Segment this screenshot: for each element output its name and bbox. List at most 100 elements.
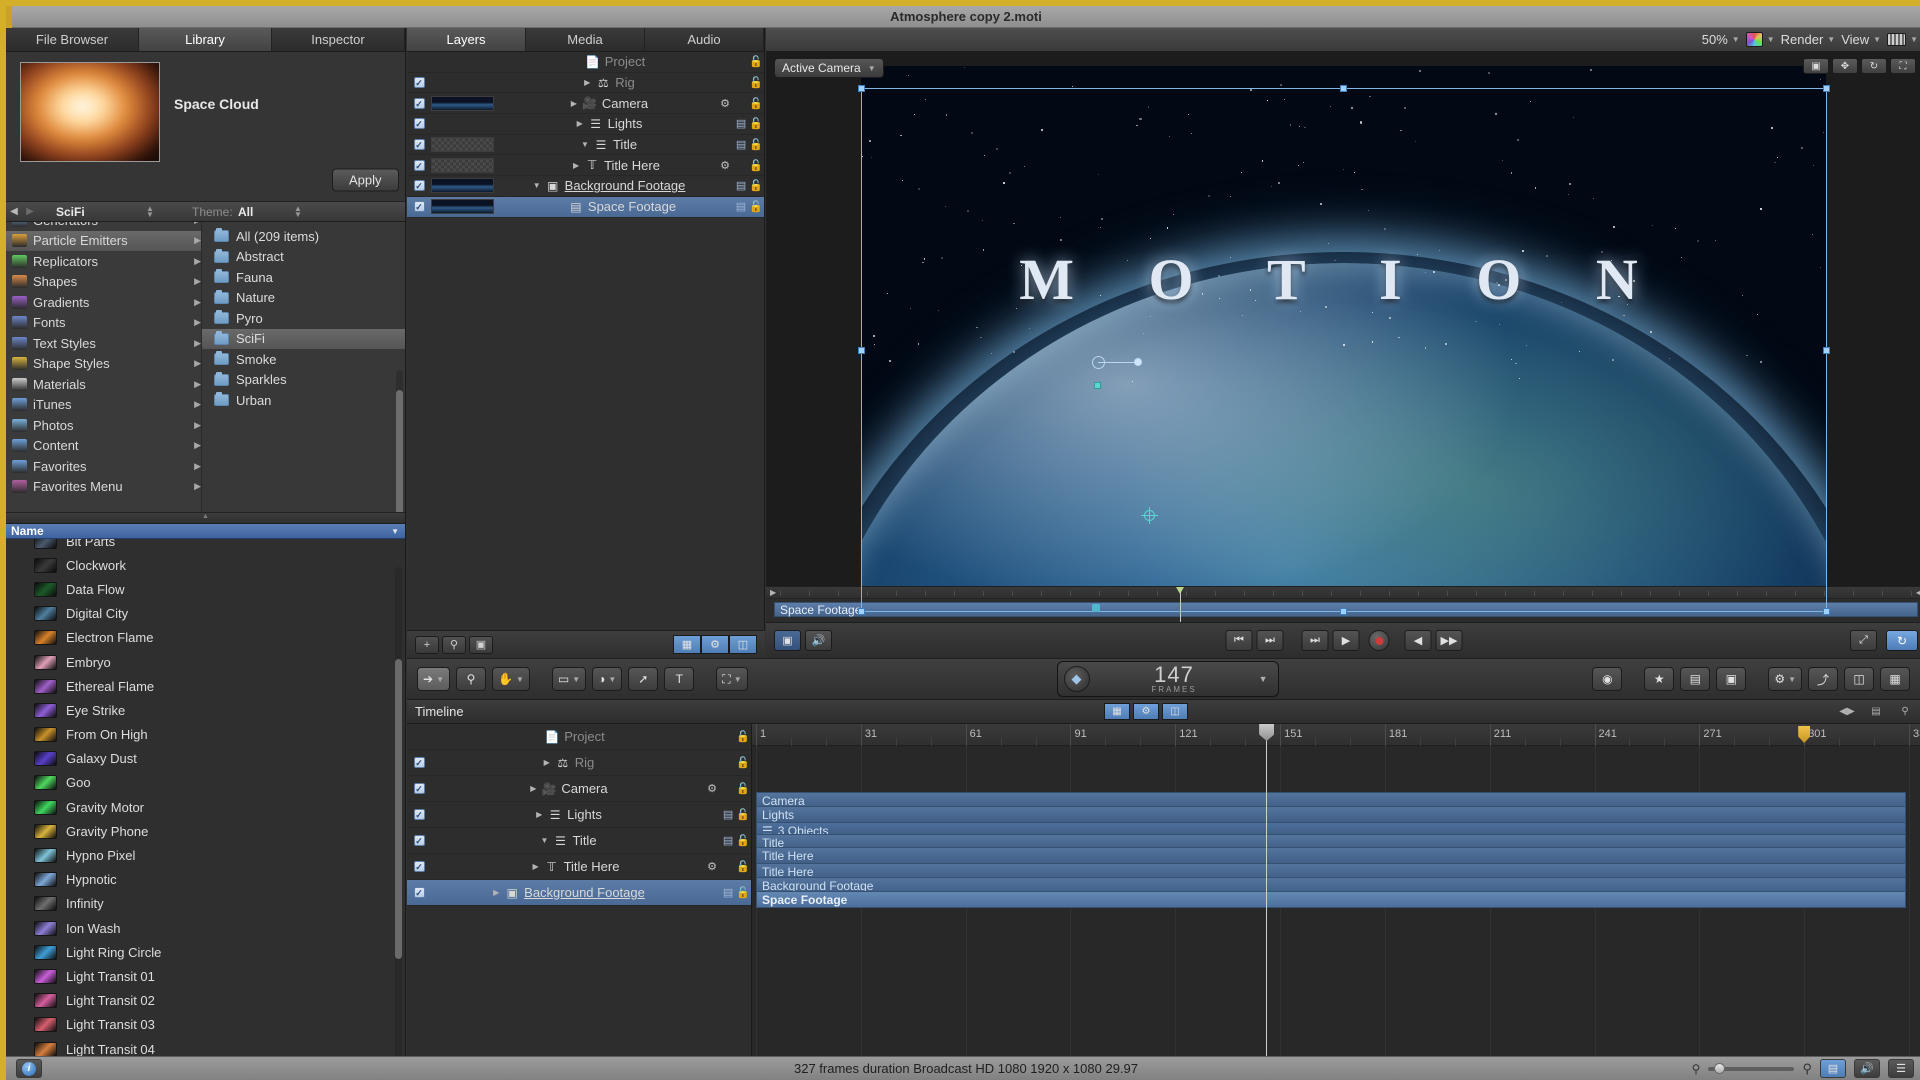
add-behavior-button[interactable]: ★ <box>1644 667 1675 691</box>
layer-visibility-checkbox[interactable]: ✓ <box>407 201 431 213</box>
library-category-particle-emitters[interactable]: Particle Emitters ▶ <box>6 230 201 251</box>
chevron-right-icon[interactable]: ▶ <box>194 297 201 308</box>
settings-button[interactable]: ⚙ ▼ <box>1768 667 1802 691</box>
chevron-right-icon[interactable]: ▶ <box>194 379 201 390</box>
chevron-right-icon[interactable]: ▶ <box>194 256 201 267</box>
layer-lock-icon[interactable]: 🔓 <box>748 76 764 89</box>
record-keyframes-button[interactable] <box>1368 630 1390 651</box>
disclosure-triangle-icon[interactable]: ▼ <box>530 181 544 190</box>
library-category-content[interactable]: Content ▶ <box>6 436 201 457</box>
library-file-item[interactable]: Clockwork <box>6 553 405 577</box>
library-theme-pyro[interactable]: Pyro <box>202 308 405 329</box>
next-keyframe-button[interactable]: ▶▶ <box>1435 630 1463 651</box>
library-theme-scifi[interactable]: SciFi <box>202 328 405 349</box>
selection-handle-r[interactable] <box>1823 347 1830 354</box>
chevron-right-icon[interactable]: ▶ <box>194 481 201 492</box>
camera-overlay-icon[interactable]: ▣ <box>1803 58 1829 74</box>
layer-row[interactable]: ✓ ▶ 🎥 Camera ⚙ 🔓 <box>407 93 764 115</box>
timeline-track-area[interactable]: 1316191121151181211241271301331 CameraLi… <box>752 724 1920 1056</box>
layer-blend-icon[interactable]: ▤ <box>721 886 735 899</box>
color-channels-control[interactable]: ▼ <box>1745 32 1775 47</box>
timeline-ruler[interactable]: 1 31 61 91 121 151 181 211 241 271 301 331 <box>752 724 1920 746</box>
selection-handle-tr[interactable] <box>1823 85 1830 92</box>
disclosure-triangle-icon[interactable]: ▶ <box>532 810 546 819</box>
chevron-right-icon[interactable]: ▶ <box>194 461 201 472</box>
go-to-start-button[interactable]: ⏮ <box>1225 630 1253 651</box>
checker-toggle-icon[interactable]: ▦ <box>1104 703 1130 720</box>
disclosure-triangle-icon[interactable]: ▶ <box>573 119 587 128</box>
layer-visibility-checkbox[interactable]: ✓ <box>407 97 431 109</box>
library-category-replicators[interactable]: Replicators ▶ <box>6 251 201 272</box>
layer-blend-icon[interactable]: ▤ <box>734 138 748 151</box>
library-file-item[interactable]: Light Transit 03 <box>6 1013 405 1037</box>
disclosure-triangle-icon[interactable]: ▶ <box>529 862 543 871</box>
zoom-control[interactable]: 50% ▼ <box>1702 32 1740 47</box>
library-file-item[interactable]: Infinity <box>6 892 405 916</box>
library-theme-nature[interactable]: Nature <box>202 288 405 309</box>
audio-icon[interactable]: 🔊 <box>805 630 832 651</box>
tab-layers[interactable]: Layers <box>407 28 526 51</box>
panel-toggle-icon[interactable]: ◫ <box>1162 703 1188 720</box>
timeline-zoom-out-icon[interactable]: ◀▶ <box>1834 703 1860 720</box>
layer-visibility-checkbox[interactable]: ✓ <box>407 118 431 130</box>
layer-lock-icon[interactable]: 🔓 <box>748 138 764 151</box>
library-file-item[interactable]: Data Flow <box>6 577 405 601</box>
mask-tool[interactable]: ◑ ▼ <box>592 667 623 691</box>
view-menu[interactable]: View ▼ <box>1841 32 1881 47</box>
zoom-slider[interactable] <box>1708 1062 1795 1074</box>
text-tool[interactable]: T <box>664 667 695 691</box>
chevron-right-icon[interactable]: ▶ <box>194 399 201 410</box>
layer-row[interactable]: ✓ ▶ 𝕋 Title Here ⚙ 🔓 <box>407 854 751 880</box>
show-inspector-button[interactable]: ◫ <box>1844 667 1874 691</box>
disclosure-triangle-icon[interactable]: ▶ <box>526 784 540 793</box>
chevron-right-icon[interactable]: ▶ <box>194 338 201 349</box>
layer-settings-icon[interactable]: ⚙ <box>703 860 721 873</box>
add-object-button[interactable]: ▣ <box>1716 667 1747 691</box>
sort-chevron-icon[interactable]: ▼ <box>391 527 399 536</box>
library-category-materials[interactable]: Materials ▶ <box>6 374 201 395</box>
file-list-header[interactable]: Name ▼ <box>6 524 405 539</box>
share-button[interactable]: ⤴ <box>1808 667 1838 691</box>
layer-row[interactable]: ▶📄 Project 🔓 <box>407 724 751 750</box>
layer-row[interactable]: ✓ ▶ ⚖ Rig 🔓 <box>407 73 764 94</box>
zoom-tool[interactable]: ⚲ <box>455 667 486 691</box>
anchor-handle[interactable] <box>1094 382 1101 389</box>
selection-handle-b[interactable] <box>1340 608 1347 615</box>
library-file-item[interactable]: Ion Wash <box>6 916 405 940</box>
layer-row[interactable]: ✓ ▼ ▣ Background Footage ▤ 🔓 <box>407 176 764 197</box>
path-stepper-icon[interactable]: ▲ ▼ <box>146 204 154 218</box>
tab-media[interactable]: Media <box>526 28 645 51</box>
layer-row[interactable]: ✓ ▶ ⚖ Rig 🔓 <box>407 750 751 776</box>
layer-row[interactable]: ✓ ▼ ☰ Title ▤ 🔓 <box>407 135 764 156</box>
layer-settings-icon[interactable]: ⚙ <box>703 782 721 795</box>
library-category-gradients[interactable]: Gradients ▶ <box>6 292 201 313</box>
layer-row[interactable]: ✓ ▶ ▣ Background Footage ▤ 🔓 <box>407 880 751 906</box>
library-file-item[interactable]: Goo <box>6 771 405 795</box>
layer-row[interactable]: ✓ ▶ ☰ Lights ▤ 🔓 <box>407 114 764 135</box>
layer-visibility-checkbox[interactable]: ✓ <box>407 809 431 820</box>
rotation-handle[interactable] <box>1092 356 1105 369</box>
theme-stepper-icon[interactable]: ▲ ▼ <box>294 204 302 218</box>
active-camera-menu[interactable]: Active Camera ▼ <box>774 58 884 78</box>
chevron-right-icon[interactable]: ▶ <box>194 222 201 226</box>
library-category-favorites[interactable]: Favorites ▶ <box>6 456 201 477</box>
fullscreen-icon[interactable]: ⤢ <box>1850 630 1877 651</box>
layer-lock-icon[interactable]: 🔓 <box>735 834 751 847</box>
layer-visibility-checkbox[interactable]: ✓ <box>407 861 431 872</box>
library-file-item[interactable]: Light Transit 02 <box>6 989 405 1013</box>
layer-lock-icon[interactable]: 🔓 <box>735 860 751 873</box>
apply-button[interactable]: Apply <box>332 168 399 192</box>
tab-audio[interactable]: Audio <box>645 28 764 51</box>
layer-lock-icon[interactable]: 🔓 <box>748 159 764 172</box>
layer-blend-icon[interactable]: ▤ <box>734 179 748 192</box>
layer-blend-icon[interactable]: ▤ <box>734 117 748 130</box>
timecode-field[interactable]: ◆ 147 FRAMES ▼ <box>1056 661 1279 697</box>
timeline-bar[interactable]: Lights <box>756 806 1906 823</box>
layer-settings-icon[interactable]: ⚙ <box>716 97 734 110</box>
canvas-viewport[interactable]: Active Camera ▼ ▣ ✥ ↻ ⛶ M O T I O N <box>766 52 1920 622</box>
mini-in-marker-icon[interactable]: ▶ <box>770 588 776 597</box>
go-to-end-button[interactable]: ⏭ <box>1301 630 1329 651</box>
mini-timeline-ruler[interactable]: ▶ ◀ <box>766 587 1920 599</box>
library-theme-urban[interactable]: Urban <box>202 390 405 411</box>
zoom-in-icon[interactable]: ⚲ <box>1802 1061 1812 1077</box>
